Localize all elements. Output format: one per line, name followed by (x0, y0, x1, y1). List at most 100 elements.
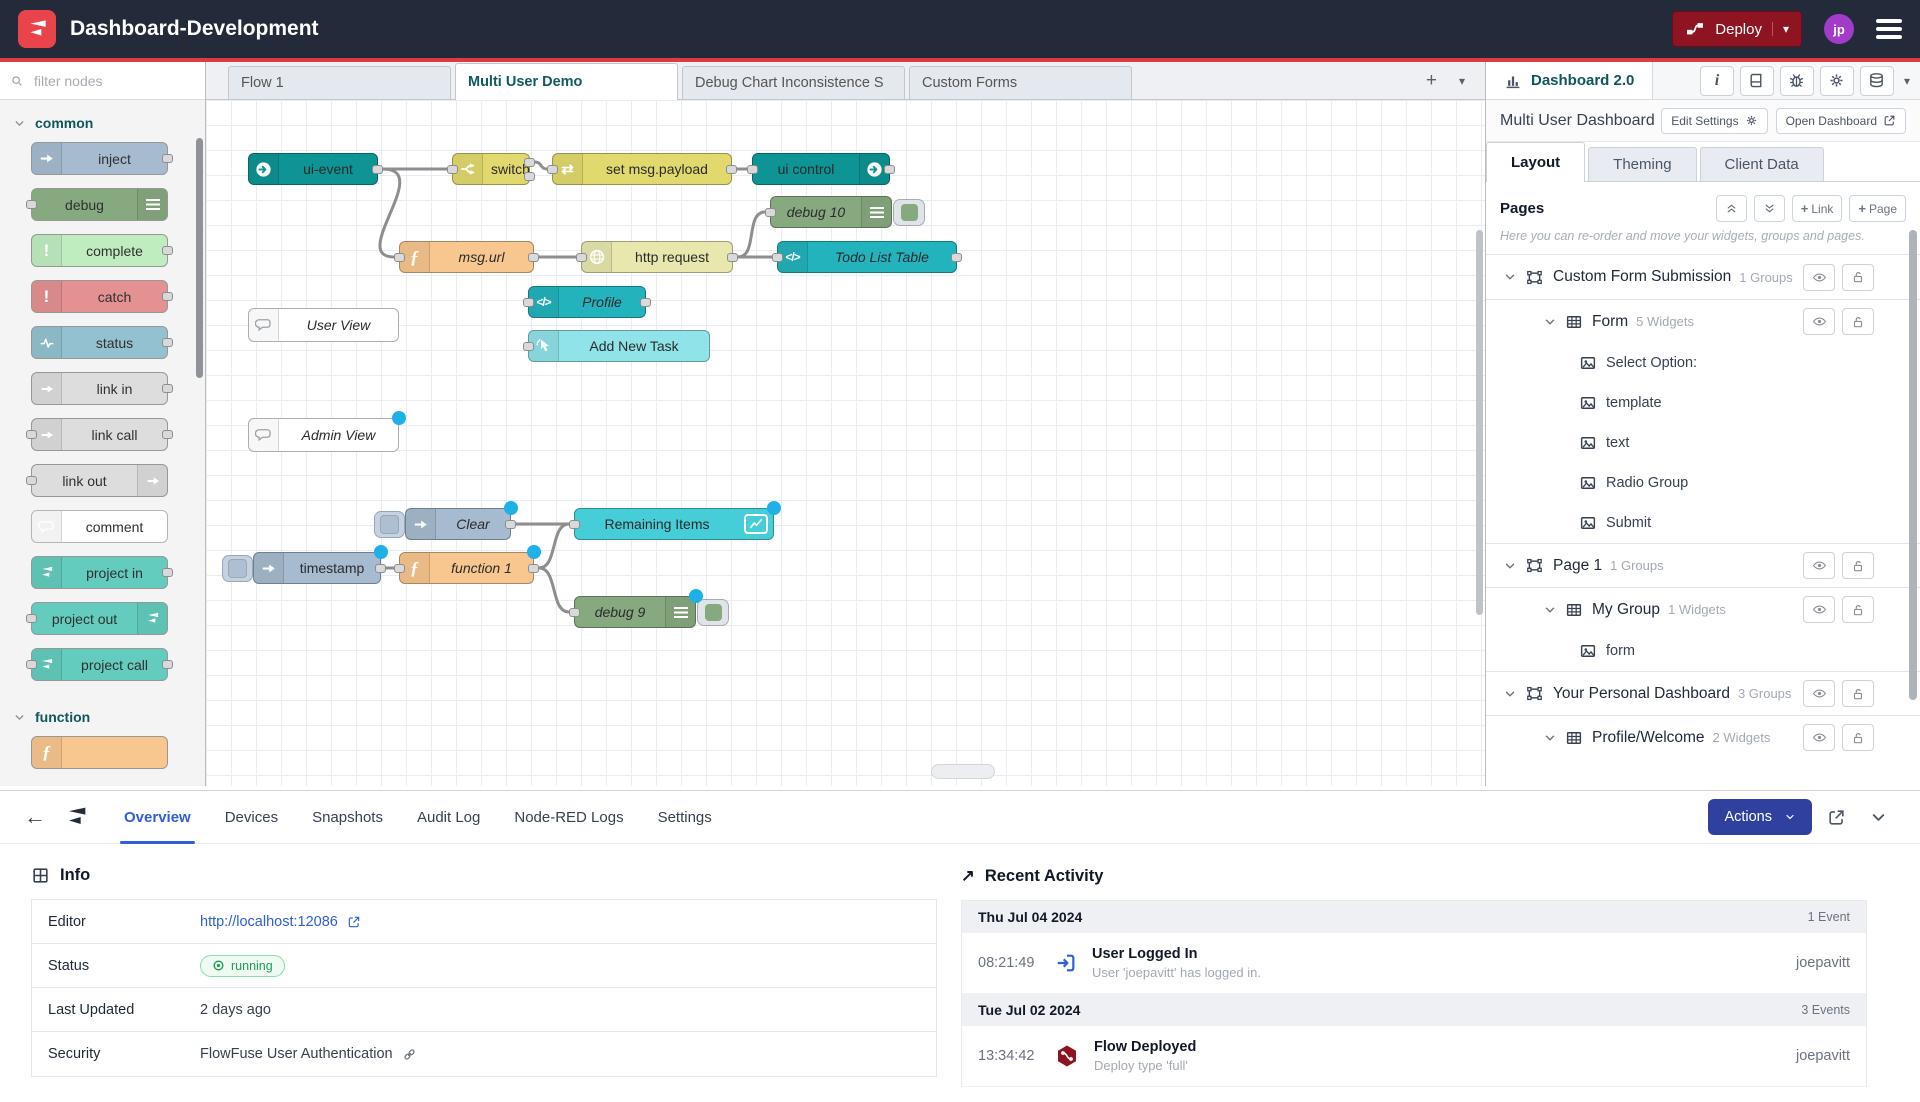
palette-node-inject[interactable]: inject (31, 142, 168, 175)
palette-node-link-in[interactable]: link in (31, 372, 168, 405)
node-debug-9[interactable]: debug 9 (574, 596, 696, 628)
unlock-button[interactable] (1842, 264, 1874, 291)
tab-debug-chart[interactable]: Debug Chart Inconsistence S (682, 66, 905, 99)
tab-multi-user-demo[interactable]: Multi User Demo (455, 63, 678, 100)
sidebar-menu-caret-icon[interactable]: ▾ (1904, 74, 1910, 88)
visibility-eye-button[interactable] (1803, 596, 1835, 623)
node-switch[interactable]: switch (452, 153, 530, 185)
back-button[interactable]: ← (24, 804, 46, 830)
flowfuse-logo-icon[interactable] (18, 10, 56, 48)
output-port-2[interactable] (524, 172, 535, 181)
output-port[interactable] (726, 165, 737, 174)
palette-node-catch[interactable]: ! catch (31, 280, 168, 313)
open-dashboard-button[interactable]: Open Dashboard (1776, 108, 1906, 134)
input-port[interactable] (569, 608, 580, 617)
tab-flow-1[interactable]: Flow 1 (228, 66, 451, 99)
palette-node-status[interactable]: status (31, 326, 168, 359)
node-function-1[interactable]: ƒ function 1 (399, 552, 534, 584)
tree-widget-select-option[interactable]: Select Option: (1486, 343, 1920, 383)
output-port[interactable] (727, 253, 738, 262)
palette-scrollbar[interactable] (196, 138, 203, 378)
collapse-panel-chevron-icon[interactable] (1860, 799, 1896, 835)
palette-category-common[interactable]: common (0, 100, 205, 142)
input-port[interactable] (765, 208, 776, 217)
activity-event-user-logged-in[interactable]: 08:21:49 User Logged In User 'joepavitt'… (962, 933, 1866, 994)
output-port[interactable] (528, 253, 539, 262)
deploy-button[interactable]: Deploy ▾ (1672, 11, 1802, 47)
chain-link-icon[interactable] (402, 1047, 417, 1062)
main-menu-icon[interactable] (1876, 19, 1902, 39)
tab-snapshots[interactable]: Snapshots (298, 791, 397, 844)
unlock-button[interactable] (1842, 552, 1874, 579)
unlock-button[interactable] (1842, 724, 1874, 751)
external-link-icon[interactable] (347, 915, 361, 929)
unlock-button[interactable] (1842, 680, 1874, 707)
node-debug-10[interactable]: debug 10 (770, 196, 892, 228)
flow-canvas[interactable]: ui-event switch ⇄ set msg.payload (206, 100, 1485, 786)
node-remaining-items[interactable]: Remaining Items (574, 508, 774, 540)
input-port[interactable] (772, 253, 783, 262)
input-port[interactable] (576, 253, 587, 262)
output-port[interactable] (951, 253, 962, 262)
node-ui-control[interactable]: ui control (752, 153, 890, 185)
activity-event-flow-deployed[interactable]: 13:34:42 Flow Deployed Deploy type 'full… (962, 1026, 1866, 1087)
tree-widget-template[interactable]: template (1486, 383, 1920, 423)
output-port[interactable] (372, 165, 383, 174)
output-port[interactable] (505, 520, 516, 529)
panel-resize-handle[interactable] (931, 764, 995, 779)
filter-nodes-input[interactable] (32, 72, 195, 90)
input-port[interactable] (523, 298, 534, 307)
node-add-new-task[interactable]: Add New Task (528, 330, 710, 362)
palette-node-link-call[interactable]: link call (31, 418, 168, 451)
palette-node-link-out[interactable]: link out (31, 464, 168, 497)
tab-list-caret-icon[interactable]: ▾ (1459, 74, 1465, 88)
add-flow-button[interactable]: + (1426, 70, 1437, 92)
add-link-button[interactable]: +Link (1792, 195, 1843, 222)
tab-theming[interactable]: Theming (1588, 147, 1696, 181)
palette-category-function[interactable]: function (0, 694, 205, 736)
inject-button[interactable] (222, 555, 253, 582)
config-gear-button[interactable] (1820, 66, 1854, 96)
canvas-scrollbar[interactable] (1476, 230, 1483, 615)
tree-group-profile-welcome[interactable]: Profile/Welcome 2 Widgets (1486, 715, 1920, 759)
node-profile[interactable]: </> Profile (528, 286, 646, 318)
tree-page-your-personal-dashboard[interactable]: Your Personal Dashboard 3 Groups (1486, 671, 1920, 715)
node-inject-timestamp[interactable]: timestamp (253, 552, 381, 584)
unlock-button[interactable] (1842, 596, 1874, 623)
debug-bug-button[interactable] (1780, 66, 1814, 96)
tab-dashboard-2[interactable]: Dashboard 2.0 (1486, 62, 1653, 99)
deploy-menu-caret-icon[interactable]: ▾ (1772, 22, 1789, 36)
node-http-request[interactable]: http request (581, 241, 733, 273)
tab-audit-log[interactable]: Audit Log (403, 791, 494, 844)
visibility-eye-button[interactable] (1803, 308, 1835, 335)
tab-custom-forms[interactable]: Custom Forms (909, 66, 1132, 99)
visibility-eye-button[interactable] (1803, 552, 1835, 579)
node-comment-user-view[interactable]: User View (248, 308, 399, 342)
output-port[interactable] (884, 165, 895, 174)
output-port[interactable] (375, 564, 386, 573)
expand-all-button[interactable] (1754, 195, 1785, 222)
visibility-eye-button[interactable] (1803, 724, 1835, 751)
palette-node-project-call[interactable]: project call (31, 648, 168, 681)
tab-overview[interactable]: Overview (110, 791, 205, 844)
tree-widget-text[interactable]: text (1486, 423, 1920, 463)
info-tool-button[interactable]: i (1700, 66, 1734, 96)
output-port[interactable] (640, 298, 651, 307)
inject-button[interactable] (374, 511, 405, 538)
open-editor-external-icon[interactable] (1818, 799, 1854, 835)
tab-devices[interactable]: Devices (211, 791, 292, 844)
node-ui-event[interactable]: ui-event (248, 153, 378, 185)
input-port[interactable] (523, 342, 534, 351)
node-set-msg-payload[interactable]: ⇄ set msg.payload (552, 153, 732, 185)
node-msg-url[interactable]: ƒ msg.url (399, 241, 534, 273)
debug-toggle-button[interactable] (893, 199, 925, 226)
tree-group-my-group[interactable]: My Group 1 Widgets (1486, 587, 1920, 631)
tab-client-data[interactable]: Client Data (1700, 147, 1824, 181)
unlock-button[interactable] (1842, 308, 1874, 335)
palette-node-project-out[interactable]: project out (31, 602, 168, 635)
edit-settings-button[interactable]: Edit Settings (1661, 108, 1767, 134)
actions-button[interactable]: Actions (1708, 799, 1812, 835)
help-book-button[interactable] (1740, 66, 1774, 96)
tree-group-form[interactable]: Form 5 Widgets (1486, 299, 1920, 343)
input-port[interactable] (394, 253, 405, 262)
